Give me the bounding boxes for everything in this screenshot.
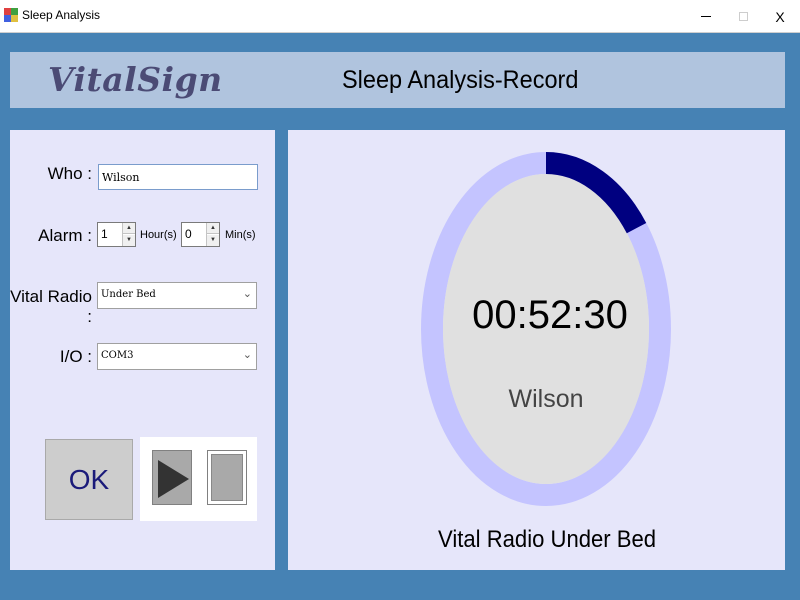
- who-input[interactable]: [98, 164, 258, 190]
- io-label: I/O :: [59, 347, 92, 366]
- page-title: Sleep Analysis-Record: [342, 66, 579, 94]
- settings-panel: Who : Alarm : 1 ▲ ▼ Hour(s) 0 ▲ ▼ Min(s)…: [10, 130, 275, 570]
- elapsed-time: 00:52:30: [472, 282, 628, 348]
- play-button[interactable]: [152, 450, 192, 505]
- alarm-label: Alarm :: [38, 226, 92, 245]
- minutes-down-icon[interactable]: ▼: [207, 235, 219, 246]
- vital-radio-status: Vital Radio Under Bed: [438, 526, 657, 553]
- alarm-minutes-spin-buttons: ▲ ▼: [206, 223, 219, 246]
- io-port-value: COM3: [101, 350, 134, 361]
- alarm-hours-spin-buttons: ▲ ▼: [122, 223, 135, 246]
- vitalsign-logo: VitalSign: [48, 60, 223, 99]
- play-icon: [158, 460, 189, 498]
- vital-radio-value: Under Bed: [101, 289, 156, 300]
- vital-radio-select[interactable]: Under Bed ⌄: [97, 282, 257, 309]
- alarm-minutes-value: 0: [185, 227, 192, 241]
- close-button[interactable]: X: [762, 0, 798, 33]
- stop-button[interactable]: [207, 450, 247, 505]
- min-unit-label: Min(s): [225, 229, 256, 241]
- app-icon: [4, 8, 18, 22]
- chevron-down-icon: ⌄: [242, 349, 252, 361]
- maximize-button[interactable]: [725, 0, 761, 33]
- alarm-hours-stepper[interactable]: 1 ▲ ▼: [97, 222, 136, 247]
- title-bar: Sleep Analysis X: [0, 0, 800, 33]
- io-port-select[interactable]: COM3 ⌄: [97, 343, 257, 370]
- ok-button[interactable]: OK: [45, 439, 133, 520]
- minutes-up-icon[interactable]: ▲: [207, 223, 219, 234]
- header-banner: VitalSign Sleep Analysis-Record: [10, 52, 785, 108]
- chevron-down-icon: ⌄: [242, 288, 252, 300]
- alarm-minutes-stepper[interactable]: 0 ▲ ▼: [181, 222, 220, 247]
- who-label: Who :: [47, 164, 92, 183]
- minimize-button[interactable]: [688, 0, 724, 33]
- minimize-icon: [701, 16, 711, 17]
- hours-down-icon[interactable]: ▼: [123, 235, 135, 246]
- subject-name: Wilson: [508, 385, 584, 413]
- playback-controls: [140, 437, 257, 521]
- maximize-icon: [738, 12, 748, 21]
- stop-icon: [211, 454, 243, 501]
- hours-up-icon[interactable]: ▲: [123, 223, 135, 234]
- alarm-hours-value: 1: [101, 227, 108, 241]
- hour-unit-label: Hour(s): [140, 229, 177, 241]
- vital-radio-label: Vital Radio :: [10, 287, 92, 326]
- window-title: Sleep Analysis: [22, 8, 101, 22]
- monitor-panel: 00:52:30 Wilson Vital Radio Under Bed: [288, 130, 785, 570]
